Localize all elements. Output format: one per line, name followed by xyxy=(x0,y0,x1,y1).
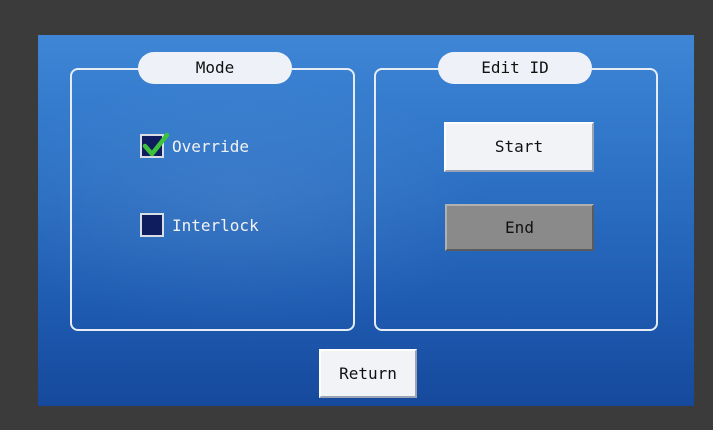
interlock-checkbox[interactable]: Interlock xyxy=(140,213,259,237)
interlock-checkbox-box[interactable] xyxy=(140,213,164,237)
return-button[interactable]: Return xyxy=(319,349,417,398)
override-label: Override xyxy=(172,136,250,156)
mode-panel-title: Mode xyxy=(138,52,292,84)
start-button[interactable]: Start xyxy=(444,122,594,172)
edit-id-panel xyxy=(374,68,658,331)
hmi-screen: Mode Override Interlock Edit ID Start En… xyxy=(38,35,694,406)
override-checkbox[interactable]: Override xyxy=(140,132,250,158)
end-button[interactable]: End xyxy=(445,204,594,251)
mode-panel xyxy=(70,68,355,331)
interlock-label: Interlock xyxy=(172,215,259,235)
checkmark-icon xyxy=(142,132,170,157)
edit-id-panel-title: Edit ID xyxy=(438,52,592,84)
override-checkbox-box[interactable] xyxy=(140,132,170,158)
